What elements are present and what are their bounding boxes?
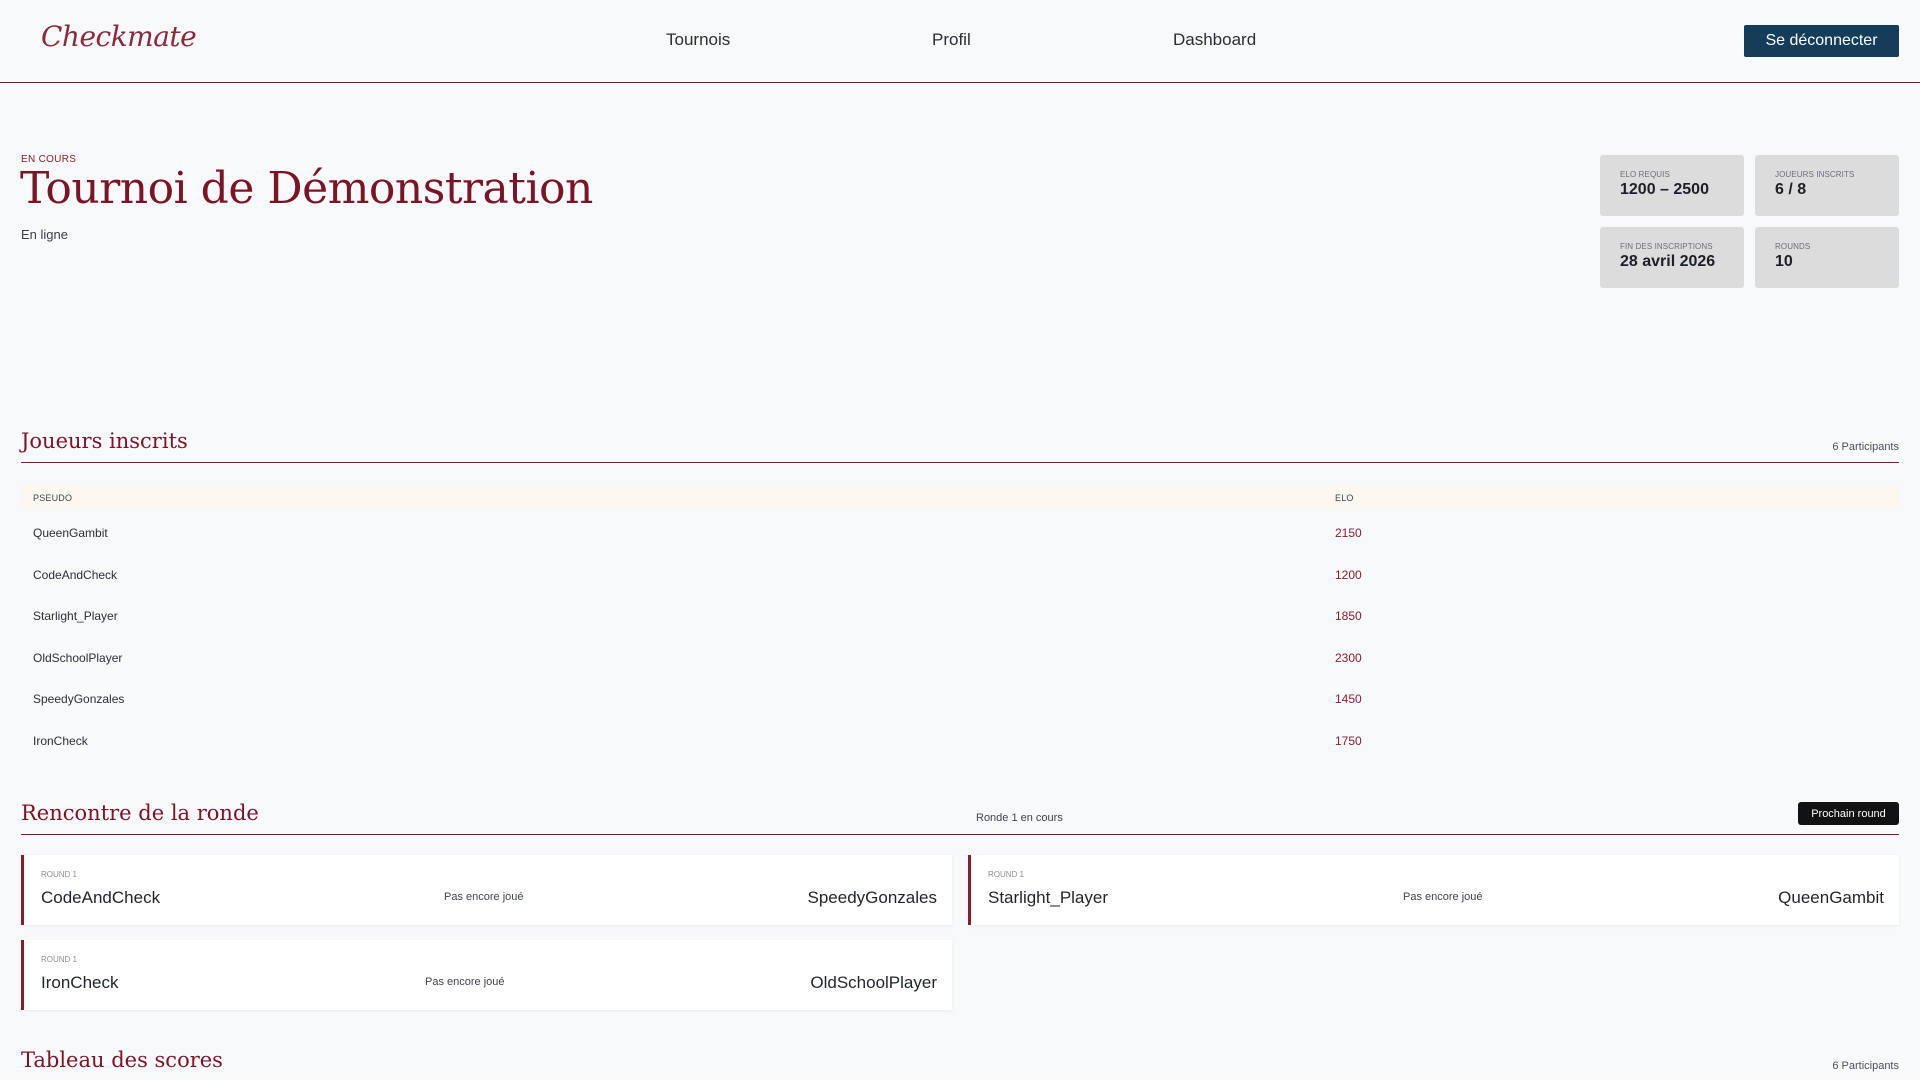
stat-value: 6 / 8 <box>1775 181 1807 198</box>
nav-link-dashboard[interactable]: Dashboard <box>1173 30 1256 50</box>
stat-label: ROUNDS <box>1775 242 1811 251</box>
stat-label: ELO REQUIS <box>1620 170 1670 179</box>
match-player-black: QueenGambit <box>1778 888 1884 907</box>
match-status: Pas encore joué <box>1403 891 1483 903</box>
players-section-title: Joueurs inscrits <box>21 429 188 453</box>
match-status: Pas encore joué <box>425 976 505 988</box>
table-row: SpeedyGonzales 1450 <box>21 679 1899 720</box>
stat-label: FIN DES INSCRIPTIONS <box>1620 242 1713 251</box>
match-round-label: ROUND 1 <box>41 870 78 879</box>
table-row: OldSchoolPlayer 2300 <box>21 638 1899 679</box>
match-player-black: SpeedyGonzales <box>807 888 937 907</box>
match-player-white: IronCheck <box>41 973 119 992</box>
player-elo: 2150 <box>1335 526 1362 540</box>
top-navbar: Checkmate Tournois Profil Dashboard Se d… <box>0 0 1920 83</box>
scores-participants-count: 6 Participants <box>1832 1060 1899 1072</box>
table-row: IronCheck 1750 <box>21 721 1899 762</box>
player-name: OldSchoolPlayer <box>33 651 123 665</box>
player-name: CodeAndCheck <box>33 568 118 582</box>
match-status: Pas encore joué <box>444 891 524 903</box>
column-header-elo: ELO <box>1335 493 1354 503</box>
stat-value: 1200 – 2500 <box>1620 181 1709 198</box>
round-status: Ronde 1 en cours <box>976 812 1063 824</box>
section-divider <box>21 462 1899 463</box>
app-logo[interactable]: Checkmate <box>41 20 197 53</box>
player-elo: 1200 <box>1335 568 1362 582</box>
stat-card-elo: ELO REQUIS 1200 – 2500 <box>1600 155 1744 216</box>
table-row: Starlight_Player 1850 <box>21 596 1899 637</box>
player-name: SpeedyGonzales <box>33 692 125 706</box>
player-name: IronCheck <box>33 734 88 748</box>
match-card[interactable]: ROUND 1 Starlight_Player Pas encore joué… <box>968 855 1899 925</box>
stat-card-rounds: ROUNDS 10 <box>1755 227 1899 288</box>
stat-value: 28 avril 2026 <box>1620 253 1716 270</box>
tournament-location: En ligne <box>21 227 68 242</box>
stat-label: JOUEURS INSCRITS <box>1775 170 1855 179</box>
players-table-header: PSEUDO ELO <box>21 485 1899 510</box>
nav-link-tournois[interactable]: Tournois <box>666 30 730 50</box>
stat-card-players: JOUEURS INSCRITS 6 / 8 <box>1755 155 1899 216</box>
player-name: QueenGambit <box>33 526 108 540</box>
nav-link-profil[interactable]: Profil <box>932 30 971 50</box>
player-elo: 1750 <box>1335 734 1362 748</box>
match-round-label: ROUND 1 <box>41 955 78 964</box>
match-card[interactable]: ROUND 1 CodeAndCheck Pas encore joué Spe… <box>21 855 952 925</box>
next-round-button[interactable]: Prochain round <box>1798 802 1899 825</box>
match-player-white: Starlight_Player <box>988 888 1109 907</box>
player-name: Starlight_Player <box>33 609 118 623</box>
match-round-label: ROUND 1 <box>988 870 1025 879</box>
player-elo: 1850 <box>1335 609 1362 623</box>
section-divider <box>21 834 1899 835</box>
table-row: CodeAndCheck 1200 <box>21 555 1899 596</box>
match-card[interactable]: ROUND 1 IronCheck Pas encore joué OldSch… <box>21 940 952 1010</box>
scores-section-title: Tableau des scores <box>21 1048 223 1072</box>
stat-value: 10 <box>1775 253 1793 270</box>
match-player-black: OldSchoolPlayer <box>810 973 937 992</box>
player-elo: 2300 <box>1335 651 1362 665</box>
participants-count: 6 Participants <box>1832 441 1899 453</box>
player-elo: 1450 <box>1335 692 1362 706</box>
logout-button[interactable]: Se déconnecter <box>1744 25 1899 57</box>
table-row: QueenGambit 2150 <box>21 513 1899 554</box>
column-header-pseudo: PSEUDO <box>33 493 73 503</box>
round-section-title: Rencontre de la ronde <box>21 801 259 825</box>
tournament-title: Tournoi de Démonstration <box>20 163 593 214</box>
match-player-white: CodeAndCheck <box>41 888 161 907</box>
stat-card-deadline: FIN DES INSCRIPTIONS 28 avril 2026 <box>1600 227 1744 288</box>
